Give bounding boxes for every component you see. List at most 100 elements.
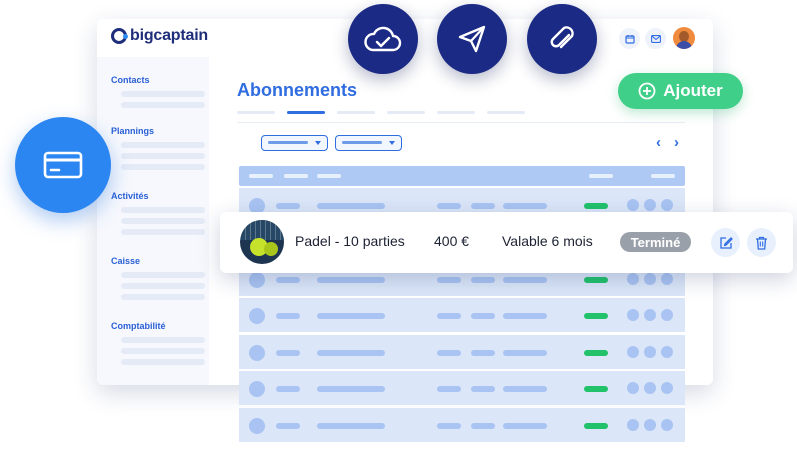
row-placeholder	[503, 313, 547, 319]
row-dot	[249, 418, 265, 434]
mail-icon	[650, 34, 661, 43]
row-dot	[661, 419, 673, 431]
tab[interactable]	[387, 111, 425, 114]
row-placeholder	[437, 203, 461, 209]
calendar-icon	[624, 34, 635, 44]
chevron-left-icon[interactable]: ‹	[656, 134, 661, 151]
row-placeholder	[437, 350, 461, 356]
cloud-check-icon	[364, 26, 402, 52]
row-dot	[249, 272, 265, 288]
logo-mark-icon	[111, 28, 128, 44]
row-placeholder	[276, 203, 300, 209]
row-placeholder	[471, 313, 495, 319]
row-placeholder	[437, 423, 461, 429]
row-dot	[249, 308, 265, 324]
row-placeholder	[437, 277, 461, 283]
status-indicator	[584, 386, 608, 392]
sidebar: Contacts Plannings Activités Caisse Comp…	[97, 57, 209, 385]
attach-button[interactable]	[527, 4, 597, 74]
row-placeholder	[437, 386, 461, 392]
row-dot	[644, 309, 656, 321]
sidebar-section-title: Contacts	[111, 75, 150, 85]
tab[interactable]	[237, 111, 275, 114]
row-placeholder	[471, 423, 495, 429]
row-dot	[644, 199, 656, 211]
subscription-name: Padel - 10 parties	[295, 233, 405, 249]
row-dot	[627, 273, 639, 285]
row-placeholder	[503, 350, 547, 356]
padel-image	[240, 220, 284, 264]
tab-active[interactable]	[287, 111, 325, 114]
sidebar-section-caisse[interactable]: Caisse	[111, 256, 205, 305]
row-dot	[249, 345, 265, 361]
row-dot	[661, 346, 673, 358]
page-title: Abonnements	[237, 80, 358, 100]
cloud-sync-button[interactable]	[348, 4, 418, 74]
avatar[interactable]	[673, 27, 695, 49]
row-placeholder	[503, 203, 547, 209]
chevron-right-icon[interactable]: ›	[674, 134, 679, 151]
edit-button[interactable]	[711, 228, 740, 257]
sidebar-section-comptabilite[interactable]: Comptabilité	[111, 321, 205, 370]
table-row[interactable]	[239, 298, 685, 332]
table-row[interactable]	[239, 371, 685, 405]
sidebar-section-title: Comptabilité	[111, 321, 166, 331]
add-button[interactable]: Ajouter	[618, 73, 743, 109]
subscription-validity: Valable 6 mois	[502, 233, 593, 249]
table-row[interactable]	[239, 335, 685, 369]
row-placeholder	[317, 423, 385, 429]
calendar-button[interactable]	[619, 28, 640, 49]
payment-card-button[interactable]	[15, 117, 111, 213]
row-placeholder	[503, 277, 547, 283]
row-dot	[661, 382, 673, 394]
row-placeholder	[276, 277, 300, 283]
row-dot	[627, 199, 639, 211]
row-placeholder	[276, 350, 300, 356]
row-placeholder	[317, 386, 385, 392]
status-badge: Terminé	[620, 232, 691, 252]
send-button[interactable]	[437, 4, 507, 74]
sidebar-section-title: Activités	[111, 191, 149, 201]
credit-card-icon	[43, 151, 83, 179]
filter-dropdown[interactable]	[335, 135, 402, 151]
tab[interactable]	[437, 111, 475, 114]
row-placeholder	[276, 423, 300, 429]
row-placeholder	[317, 277, 385, 283]
tab-bar	[237, 111, 525, 114]
row-placeholder	[471, 386, 495, 392]
sidebar-section-contacts[interactable]: Contacts	[111, 75, 205, 113]
table-row[interactable]	[239, 408, 685, 442]
row-dot	[661, 309, 673, 321]
status-indicator	[584, 313, 608, 319]
sidebar-section-plannings[interactable]: Plannings	[111, 126, 205, 175]
paper-plane-icon	[458, 25, 486, 53]
trash-icon	[756, 236, 767, 250]
row-dot	[627, 309, 639, 321]
row-placeholder	[317, 350, 385, 356]
edit-icon	[719, 236, 733, 249]
row-dot	[644, 382, 656, 394]
row-dot	[249, 381, 265, 397]
row-dot	[644, 273, 656, 285]
row-placeholder	[317, 313, 385, 319]
filter-dropdown[interactable]	[261, 135, 328, 151]
subscription-row-card[interactable]: Padel - 10 parties 400 € Valable 6 mois …	[220, 212, 793, 273]
tab[interactable]	[337, 111, 375, 114]
delete-button[interactable]	[747, 228, 776, 257]
row-placeholder	[276, 313, 300, 319]
status-indicator	[584, 203, 608, 209]
tab[interactable]	[487, 111, 525, 114]
subscription-price: 400 €	[434, 233, 470, 249]
add-button-label: Ajouter	[663, 81, 723, 100]
row-placeholder	[503, 423, 547, 429]
plus-circle-icon	[638, 82, 656, 100]
chevron-down-icon	[315, 141, 321, 145]
row-dot	[644, 346, 656, 358]
row-placeholder	[317, 203, 385, 209]
logo[interactable]: bigcaptain	[111, 27, 208, 45]
sidebar-section-activites[interactable]: Activités	[111, 191, 205, 240]
paperclip-icon	[550, 26, 574, 49]
status-indicator	[584, 423, 608, 429]
logo-text: bigcaptain	[130, 27, 209, 44]
mail-button[interactable]	[645, 28, 666, 49]
